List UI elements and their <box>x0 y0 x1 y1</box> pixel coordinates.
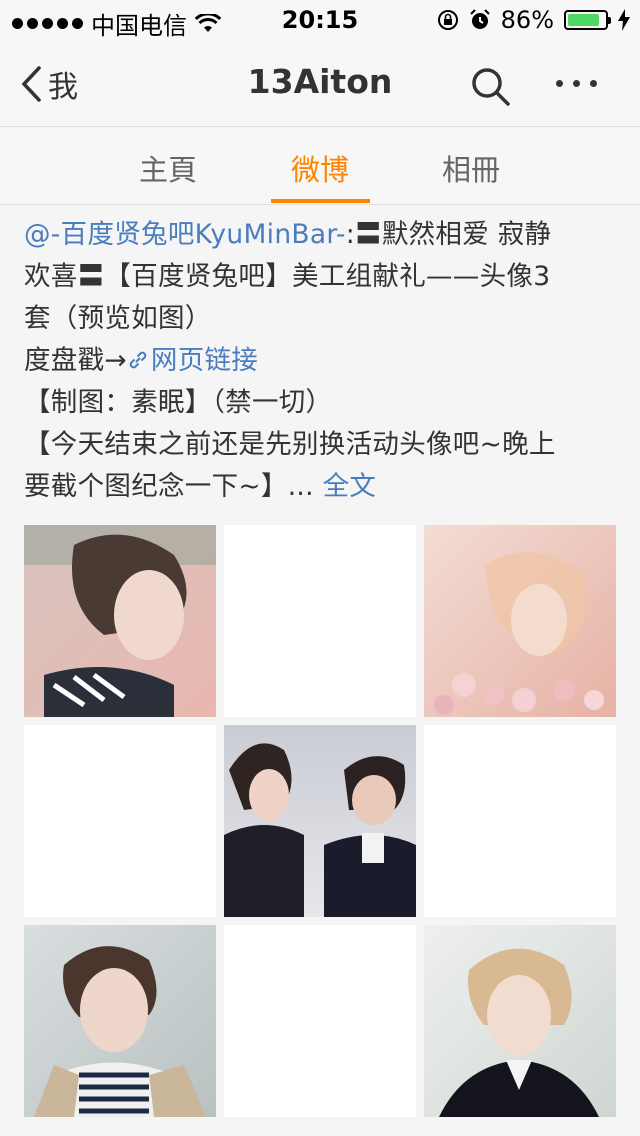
avatar-image-5[interactable] <box>224 725 416 917</box>
charging-bolt-icon <box>618 9 630 31</box>
orientation-lock-icon <box>437 10 458 30</box>
page-title: 13Aiton <box>247 62 393 101</box>
alarm-icon <box>469 9 490 29</box>
post-text: @-百度贤兔吧KyuMinBar-:〓默然相爱 寂静 欢喜〓【百度贤兔吧】美工组… <box>24 214 620 508</box>
active-tab-indicator <box>271 199 370 203</box>
post-text-line: 【制图：素眠】（禁一切） <box>24 387 333 418</box>
image-grid <box>24 525 616 1117</box>
post-text-line: 要截个图纪念一下~】... <box>24 471 323 502</box>
avatar-image-4[interactable] <box>24 725 216 917</box>
battery-percent: 86% <box>500 6 554 34</box>
portrait-image <box>424 925 616 1117</box>
post-text-line: 欢喜〓【百度贤兔吧】美工组献礼——头像3 <box>24 261 551 292</box>
battery-icon <box>564 10 611 30</box>
avatar-image-2[interactable] <box>224 525 416 717</box>
full-text-link[interactable]: 全文 <box>323 471 377 502</box>
post-text-line: 度盘戳→ <box>24 345 127 376</box>
avatar-image-7[interactable] <box>24 925 216 1117</box>
avatar-image-3[interactable] <box>424 525 616 717</box>
post-text-line: 【今天结束之前还是先别换活动头像吧~晚上 <box>24 429 556 460</box>
user-mention-link[interactable]: @-百度贤兔吧KyuMinBar- <box>24 219 346 250</box>
more-options-icon[interactable] <box>556 80 597 87</box>
link-icon <box>129 351 147 369</box>
portrait-image <box>224 725 416 917</box>
profile-tabs: 主頁 微博 相冊 <box>0 127 640 205</box>
navigation-bar: 我 13Aiton <box>0 40 640 127</box>
avatar-image-9[interactable] <box>424 925 616 1117</box>
tab-weibo[interactable]: 微博 <box>245 147 395 189</box>
avatar-image-1[interactable] <box>24 525 216 717</box>
tab-home[interactable]: 主頁 <box>93 147 243 189</box>
search-icon[interactable] <box>470 66 512 108</box>
portrait-image <box>24 525 216 717</box>
post-text-line: :〓默然相爱 寂静 <box>345 219 552 250</box>
portrait-image <box>24 925 216 1117</box>
post-text-line: 套（预览如图） <box>24 303 212 334</box>
avatar-image-8[interactable] <box>224 925 416 1117</box>
status-bar: 中国电信 20:15 86% <box>0 0 640 40</box>
tab-album[interactable]: 相冊 <box>396 147 546 189</box>
web-link-label: 网页链接 <box>150 345 259 376</box>
portrait-image <box>424 525 616 717</box>
web-link[interactable]: 网页链接 <box>127 345 258 376</box>
avatar-image-6[interactable] <box>424 725 616 917</box>
